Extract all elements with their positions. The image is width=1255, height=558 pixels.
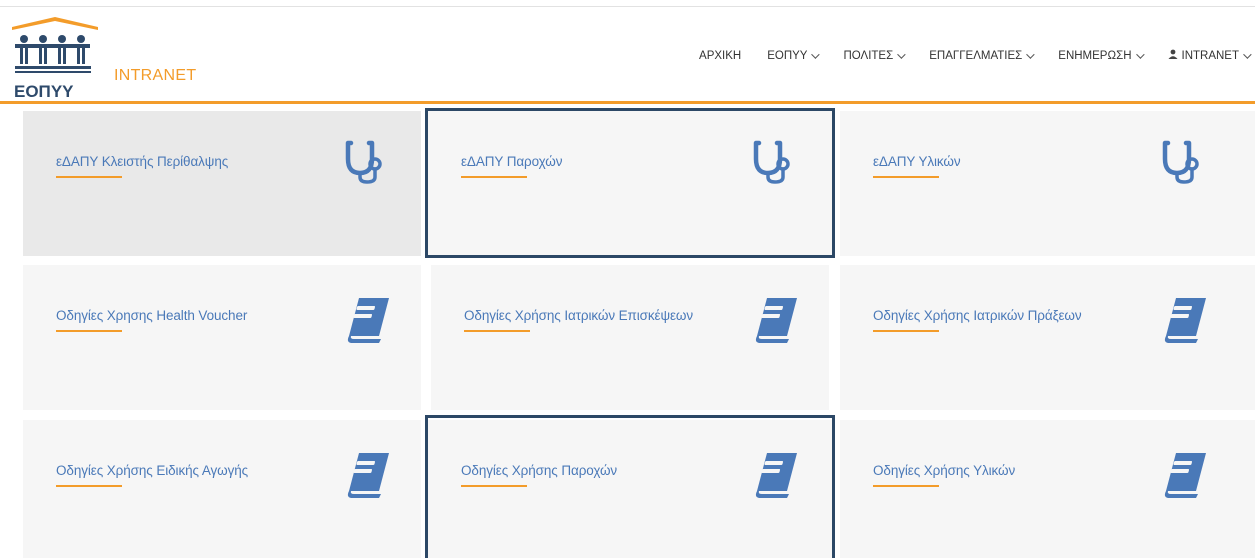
- book-icon: [753, 450, 799, 505]
- nav-item-intranet[interactable]: INTRANET: [1168, 49, 1252, 62]
- tile-underline: [873, 330, 939, 332]
- nav-item-eopyy[interactable]: ΕΟΠΥΥ: [767, 49, 821, 62]
- nav-label: ΕΠΑΓΓΕΛΜΑΤΙΕΣ: [929, 49, 1023, 62]
- book-icon: [345, 450, 391, 505]
- site-header: ΕΟΠΥΥ INTRANET ΑΡΧΙΚΗ ΕΟΠΥΥ ΠΟΛΙΤΕΣ ΕΠΑΓ…: [0, 7, 1255, 102]
- tile-underline: [56, 330, 122, 332]
- tile-title: Οδηγίες Χρησης Health Voucher: [56, 308, 248, 323]
- tile-underline: [56, 176, 122, 178]
- nav-item-citizens[interactable]: ΠΟΛΙΤΕΣ: [843, 49, 906, 62]
- nav-item-news[interactable]: ΕΝΗΜΕΡΩΣΗ: [1058, 49, 1145, 62]
- eopyy-logo[interactable]: ΕΟΠΥΥ: [10, 15, 100, 101]
- user-icon: [1168, 49, 1178, 62]
- tile-underline: [873, 485, 939, 487]
- stethoscope-icon: [1162, 139, 1202, 190]
- tile-underline: [56, 485, 122, 487]
- header-accent-bar: [0, 101, 1255, 104]
- tile-title: Οδηγίες Χρήσης Παροχών: [461, 463, 618, 478]
- tile-title: εΔΑΠΥ Παροχών: [461, 154, 563, 169]
- tile-underline: [461, 485, 527, 487]
- tile-underline: [461, 176, 527, 178]
- tile-guide-health-voucher[interactable]: Οδηγίες Χρησης Health Voucher: [23, 265, 421, 410]
- nav-label: ΕΝΗΜΕΡΩΣΗ: [1058, 49, 1132, 62]
- tile-title: εΔΑΠΥ Κλειστής Περίθαλψης: [56, 154, 229, 169]
- tile-title: Οδηγίες Χρήσης Ιατρικών Πράξεων: [873, 308, 1082, 323]
- tile-guide-supplies[interactable]: Οδηγίες Χρήσης Υλικών: [840, 420, 1255, 558]
- stethoscope-icon: [345, 139, 385, 190]
- tile-title: Οδηγίες Χρήσης Ιατρικών Επισκέψεων: [464, 308, 693, 323]
- brand-title: INTRANET: [114, 67, 197, 84]
- tile-title: εΔΑΠΥ Υλικών: [873, 154, 961, 169]
- nav-label: ΕΟΠΥΥ: [767, 49, 808, 62]
- logo-wordmark: ΕΟΠΥΥ: [14, 82, 74, 101]
- tile-guide-special-education[interactable]: Οδηγίες Χρήσης Ειδικής Αγωγής: [23, 420, 421, 558]
- nav-label: INTRANET: [1181, 49, 1240, 62]
- chevron-down-icon: [1135, 49, 1145, 59]
- chevron-down-icon: [1026, 49, 1035, 59]
- tile-guide-medical-procedures[interactable]: Οδηγίες Χρήσης Ιατρικών Πράξεων: [840, 265, 1255, 410]
- nav-label: ΑΡΧΙΚΗ: [699, 49, 742, 62]
- nav-item-professionals[interactable]: ΕΠΑΓΓΕΛΜΑΤΙΕΣ: [929, 49, 1035, 62]
- tile-guide-medical-visits[interactable]: Οδηγίες Χρήσης Ιατρικών Επισκέψεων: [431, 265, 829, 410]
- tile-underline: [464, 330, 530, 332]
- chevron-down-icon: [897, 49, 906, 59]
- tile-title: Οδηγίες Χρήσης Ειδικής Αγωγής: [56, 463, 249, 478]
- stethoscope-icon: [753, 139, 793, 190]
- book-icon: [1162, 450, 1208, 505]
- tile-guide-benefits[interactable]: Οδηγίες Χρήσης Παροχών: [428, 420, 832, 558]
- tile-edapy-supplies[interactable]: εΔΑΠΥ Υλικών: [840, 111, 1255, 256]
- chevron-down-icon: [1243, 49, 1252, 59]
- tile-title: Οδηγίες Χρήσης Υλικών: [873, 463, 1016, 478]
- book-icon: [753, 295, 799, 350]
- book-icon: [345, 295, 391, 350]
- tile-underline: [873, 176, 939, 178]
- nav-item-home[interactable]: ΑΡΧΙΚΗ: [699, 49, 741, 62]
- tile-edapy-benefits[interactable]: εΔΑΠΥ Παροχών: [428, 111, 832, 256]
- main-nav: ΑΡΧΙΚΗ ΕΟΠΥΥ ΠΟΛΙΤΕΣ ΕΠΑΓΓΕΛΜΑΤΙΕΣ ΕΝΗΜΕ…: [699, 49, 1255, 62]
- book-icon: [1162, 295, 1208, 350]
- nav-label: ΠΟΛΙΤΕΣ: [843, 49, 894, 62]
- chevron-down-icon: [811, 49, 821, 59]
- tile-edapy-inpatient[interactable]: εΔΑΠΥ Κλειστής Περίθαλψης: [23, 111, 421, 256]
